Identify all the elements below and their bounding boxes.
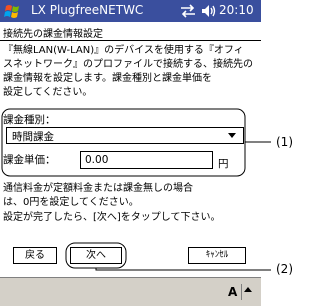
callout-2-label: (2) [276, 262, 293, 276]
billing-type-label: 課金種別： [3, 114, 56, 126]
clock[interactable]: 20:10 [219, 3, 254, 17]
note-line: 通信料金が定額料金または課金無しの場合 [3, 183, 193, 194]
description-line: 課金情報を設定します。課金種別と課金単価を [3, 73, 212, 84]
callout-1-label: (1) [276, 135, 293, 149]
description-line: 『無線LAN(W-LAN)』のデバイスを使用する『オフィ [3, 45, 244, 56]
divider [0, 40, 261, 41]
back-button[interactable]: 戻る [13, 247, 57, 264]
note-line: は、0円を設定してください。 [3, 197, 139, 208]
note-text: 通信料金が定額料金または課金無しの場合 は、0円を設定してください。 [3, 182, 193, 210]
billing-price-input[interactable]: 0.00 [80, 151, 213, 169]
divider [241, 284, 242, 300]
next-button[interactable]: 次へ [70, 247, 122, 264]
description-line: スネットワーク』のプロファイルで接続する、接続先の [3, 59, 253, 70]
currency-unit: 円 [218, 158, 229, 170]
title-bar: LX PlugfreeNETWC 20:10 [0, 0, 261, 22]
bottom-menu-bar: A [0, 277, 261, 306]
connectivity-icon[interactable] [179, 2, 197, 20]
device-screen: LX PlugfreeNETWC 20:10 接続先の課金情報設定 『無線LAN… [0, 0, 261, 306]
billing-price-label: 課金単価： [3, 154, 56, 166]
input-panel-button[interactable]: A [228, 285, 237, 299]
chevron-up-icon[interactable] [244, 287, 252, 292]
instruction-text: 設定が完了したら、[次へ]をタップして下さい。 [3, 212, 221, 223]
billing-price-value: 0.00 [85, 154, 109, 166]
windows-flag-icon[interactable] [3, 1, 25, 21]
app-title: LX PlugfreeNETWC [31, 3, 144, 17]
chevron-down-icon[interactable] [228, 133, 236, 138]
billing-type-value: 時間課金 [12, 131, 54, 143]
page-title: 接続先の課金情報設定 [3, 29, 103, 40]
cancel-button[interactable]: ｷｬﾝｾﾙ [188, 247, 246, 264]
description-text: 『無線LAN(W-LAN)』のデバイスを使用する『オフィ スネットワーク』のプロ… [3, 44, 253, 100]
description-line: 設定してください。 [3, 87, 93, 98]
billing-type-select[interactable]: 時間課金 [6, 127, 244, 144]
speaker-icon[interactable] [200, 2, 218, 20]
